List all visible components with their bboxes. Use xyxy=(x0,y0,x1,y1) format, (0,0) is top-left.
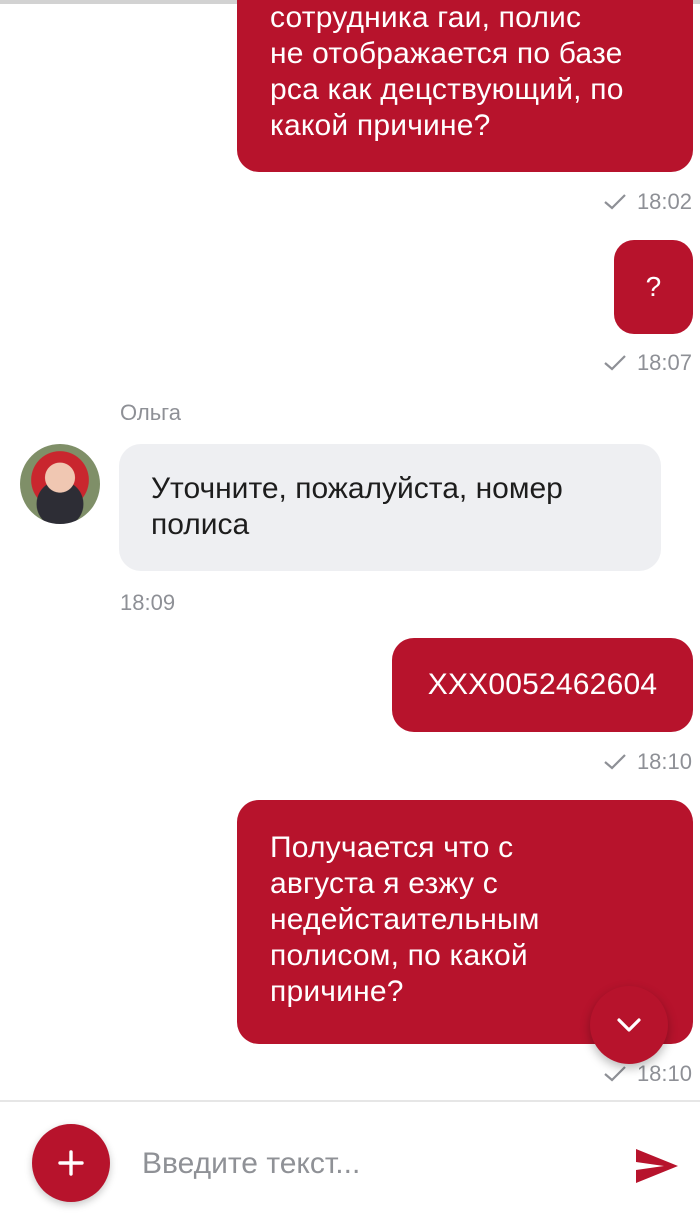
message-line: Уточните, пожалуйста, номер xyxy=(151,472,563,505)
outgoing-message-bubble[interactable]: XXX0052462604 xyxy=(392,638,693,732)
message-line: сотрудника гаи, полис xyxy=(270,1,582,34)
message-meta: 18:10 xyxy=(603,1060,692,1088)
avatar[interactable] xyxy=(20,444,100,524)
check-icon xyxy=(604,754,626,770)
message-meta: 18:02 xyxy=(603,188,692,216)
outgoing-message-bubble[interactable]: ? xyxy=(614,240,693,334)
message-line: полиса xyxy=(151,508,250,541)
message-line: полисом, по какой xyxy=(270,939,528,972)
message-line: недейстаительным xyxy=(270,903,540,936)
message-line: не отображается по базе xyxy=(270,37,623,70)
message-line: августа я езжу с xyxy=(270,867,498,900)
message-composer xyxy=(0,1100,700,1227)
message-line: Получается что с xyxy=(270,831,514,864)
check-icon xyxy=(604,194,626,210)
plus-icon xyxy=(58,1150,84,1176)
message-input[interactable] xyxy=(142,1140,602,1188)
message-meta: 18:10 xyxy=(603,748,692,776)
check-icon xyxy=(604,1066,626,1082)
message-meta: 18:07 xyxy=(603,349,692,377)
message-time: 18:09 xyxy=(120,590,176,615)
add-attachment-button[interactable] xyxy=(32,1124,110,1202)
incoming-message-bubble[interactable]: Уточните, пожалуйста, номер полиса xyxy=(119,444,661,571)
message-time: 18:10 xyxy=(636,749,692,774)
check-icon xyxy=(604,355,626,371)
chevron-down-icon xyxy=(617,1018,641,1032)
outgoing-message-bubble[interactable]: сотрудника гаи, полис не отображается по… xyxy=(237,0,693,172)
message-line: рса как децствующий, по xyxy=(270,73,624,106)
message-line: какой причине? xyxy=(270,109,491,142)
send-icon xyxy=(636,1149,678,1183)
message-time: 18:02 xyxy=(636,189,692,214)
message-time: 18:07 xyxy=(636,350,692,375)
message-time: 18:10 xyxy=(636,1061,692,1086)
sender-name: Ольга xyxy=(120,400,181,425)
send-button[interactable] xyxy=(630,1142,684,1190)
message-line: XXX0052462604 xyxy=(427,668,658,701)
message-line: ? xyxy=(645,271,662,302)
scroll-down-button[interactable] xyxy=(590,986,668,1064)
